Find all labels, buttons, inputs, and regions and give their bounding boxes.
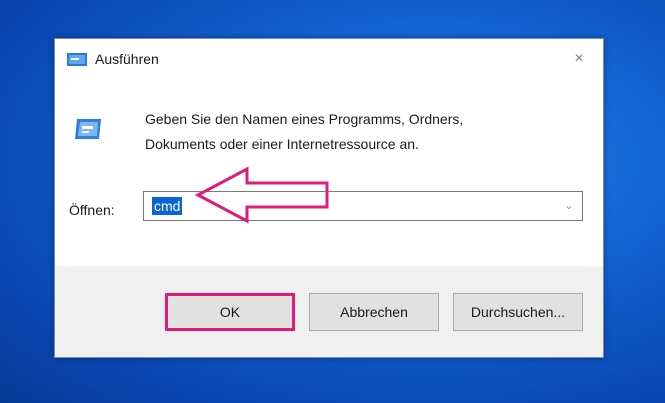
description-line-1: Geben Sie den Namen eines Programms, Ord… <box>145 111 464 127</box>
cancel-button[interactable]: Abbrechen <box>309 293 439 331</box>
dialog-title: Ausführen <box>95 51 159 67</box>
open-label: Öffnen: <box>69 202 115 218</box>
ok-button[interactable]: OK <box>165 293 295 331</box>
description-line-2: Dokuments oder einer Internetressource a… <box>145 136 419 152</box>
dialog-description: Geben Sie den Namen eines Programms, Ord… <box>145 107 565 157</box>
run-app-icon <box>75 119 101 139</box>
open-input-value[interactable]: cmd <box>152 197 183 215</box>
title-bar: Ausführen × <box>55 39 603 79</box>
run-icon <box>67 53 87 66</box>
chevron-down-icon[interactable]: ⌄ <box>562 198 576 214</box>
close-button[interactable]: × <box>561 45 597 73</box>
run-dialog: Ausführen × Geben Sie den Namen eines Pr… <box>54 38 604 358</box>
open-combobox[interactable]: cmd ⌄ <box>143 191 583 221</box>
dialog-content: Geben Sie den Namen eines Programms, Ord… <box>55 79 603 266</box>
browse-button[interactable]: Durchsuchen... <box>453 293 583 331</box>
